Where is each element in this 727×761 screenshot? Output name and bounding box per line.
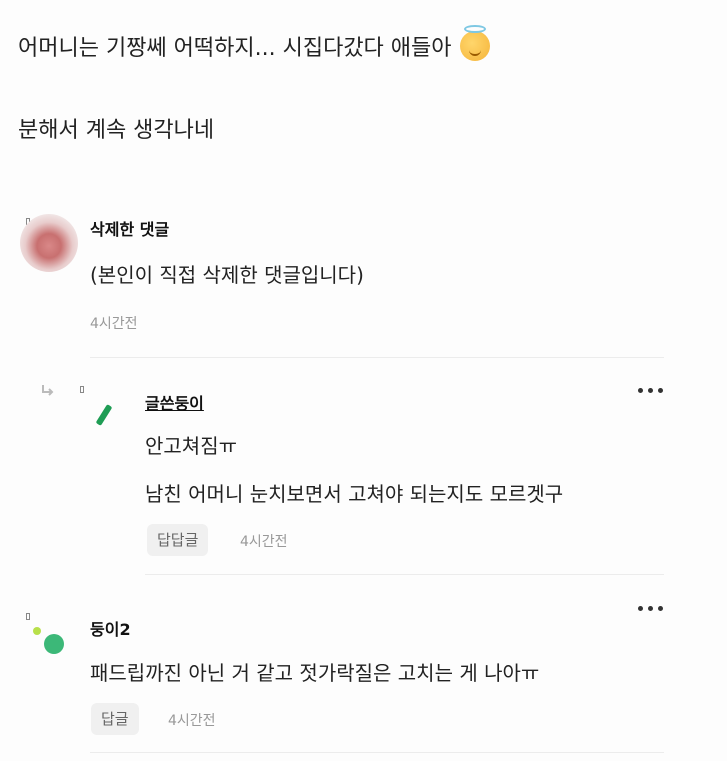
comment-author[interactable]: 삭제한 댓글 bbox=[90, 216, 169, 240]
comment-text: 패드립까진 아닌 거 같고 젓가락질은 고치는 게 나아ㅠ bbox=[90, 661, 540, 685]
post-text-line-2: 분해서 계속 생각나네 bbox=[18, 118, 215, 143]
avatar[interactable] bbox=[92, 402, 118, 428]
divider bbox=[145, 574, 664, 575]
more-options-icon[interactable] bbox=[638, 606, 664, 612]
avatar[interactable] bbox=[20, 214, 78, 272]
comment-text-line: 안고쳐짐ㅠ bbox=[145, 434, 237, 458]
divider bbox=[90, 752, 664, 753]
post-text: 어머니는 기짱쎄 어떡하지... 시집다갔다 애들아 bbox=[18, 36, 452, 61]
comment-text: (본인이 직접 삭제한 댓글입니다) bbox=[90, 263, 364, 287]
comment-text-line: 남친 어머니 눈치보면서 고쳐야 되는지도 모르겟구 bbox=[145, 482, 564, 506]
comment-time: 4시간전 bbox=[90, 316, 138, 332]
comment-author[interactable]: 글쓴둥이 bbox=[145, 390, 204, 414]
reply-arrow-icon bbox=[42, 385, 54, 396]
image-placeholder-icon bbox=[80, 386, 84, 393]
angel-emoji-icon bbox=[459, 25, 490, 61]
reply-button[interactable]: 답글 bbox=[91, 703, 139, 735]
more-options-icon[interactable] bbox=[638, 388, 664, 394]
post-text-line-1: 어머니는 기짱쎄 어떡하지... 시집다갔다 애들아 bbox=[18, 25, 490, 62]
reply-button[interactable]: 답답글 bbox=[147, 524, 209, 556]
comment-time: 4시간전 bbox=[168, 713, 216, 729]
comment-author[interactable]: 둥이2 bbox=[90, 616, 131, 640]
avatar[interactable] bbox=[30, 624, 68, 656]
image-placeholder-icon bbox=[26, 613, 30, 620]
comment-time: 4시간전 bbox=[240, 534, 288, 550]
divider bbox=[90, 357, 664, 358]
